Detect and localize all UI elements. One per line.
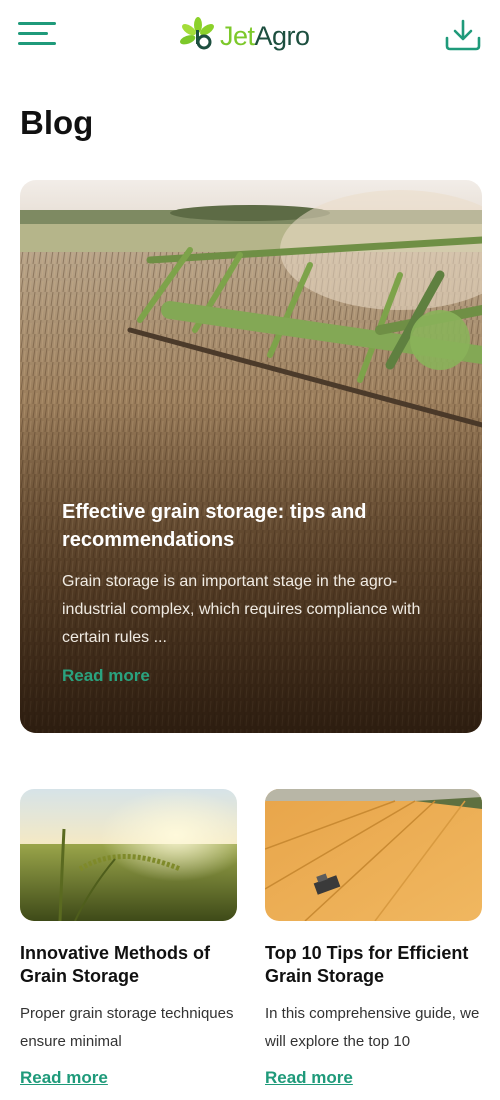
download-icon[interactable] [444, 18, 482, 52]
card-read-more-link[interactable]: Read more [20, 1068, 108, 1088]
featured-title[interactable]: Effective grain storage: tips and recomm… [62, 498, 442, 554]
logo-text-jet: Jet [220, 20, 255, 51]
header: JetAgro [0, 0, 500, 76]
article-card-2[interactable]: Top 10 Tips for Efficient Grain Storage … [265, 789, 482, 1088]
featured-excerpt: Grain storage is an important stage in t… [62, 573, 421, 646]
card-title[interactable]: Innovative Methods of Grain Storage [20, 942, 237, 988]
article-card-1[interactable]: Innovative Methods of Grain Storage Prop… [20, 789, 237, 1088]
featured-article-card[interactable]: Effective grain storage: tips and recomm… [20, 180, 482, 733]
card-title[interactable]: Top 10 Tips for Efficient Grain Storage [265, 942, 482, 988]
card-excerpt: In this comprehensive guide, we will exp… [265, 1005, 480, 1050]
logo-text-agro: Agro [254, 20, 311, 51]
featured-read-more-link[interactable]: Read more [62, 666, 150, 686]
page-title: Blog [20, 104, 94, 141]
logo[interactable]: JetAgro [178, 14, 310, 58]
hamburger-menu-icon[interactable] [18, 20, 58, 50]
featured-content: Effective grain storage: tips and recomm… [62, 498, 442, 686]
logo-flower-icon [180, 17, 214, 50]
card-image-wheat-sunset [20, 789, 237, 921]
card-image-aerial-field [265, 789, 482, 921]
card-excerpt: Proper grain storage techniques ensure m… [20, 1005, 234, 1050]
card-read-more-link[interactable]: Read more [265, 1068, 353, 1088]
